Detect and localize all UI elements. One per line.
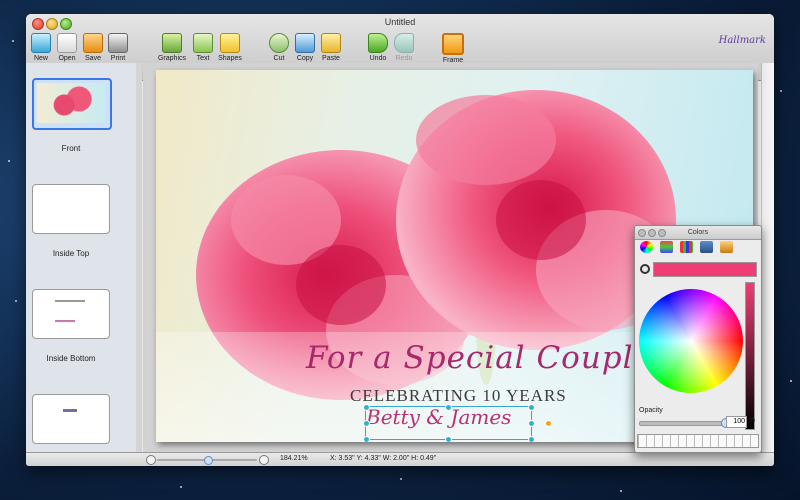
card-headline[interactable]: For a Special Couple — [306, 340, 653, 376]
new-button[interactable]: New — [30, 33, 52, 62]
resize-handle[interactable] — [528, 404, 535, 411]
panel-close-button[interactable] — [638, 229, 646, 237]
picture-icon — [162, 33, 182, 53]
frame-icon — [442, 33, 464, 55]
copy-button[interactable]: Copy — [294, 33, 316, 62]
thumbnail-text-lines — [55, 300, 85, 302]
panel-zoom-button[interactable] — [658, 229, 666, 237]
page-sidebar: Front Inside Top Inside Bottom — [26, 63, 137, 452]
redo-arrow-icon — [394, 33, 414, 53]
resize-handle[interactable] — [528, 436, 535, 442]
envelope-icon — [57, 33, 77, 53]
window-title: Untitled — [384, 17, 416, 27]
save-icon — [83, 33, 103, 53]
zoom-level: 184.21% — [280, 455, 308, 462]
copy-icon — [295, 33, 315, 53]
sidebar-splitter[interactable] — [136, 63, 142, 452]
color-sliders-tab-icon[interactable] — [660, 241, 673, 253]
colors-panel: Colors Opacity 100 % — [634, 225, 762, 453]
crayons-tab-icon[interactable] — [720, 241, 733, 253]
undo-arrow-icon — [368, 33, 388, 53]
hallmark-logo: Hallmark — [718, 35, 766, 46]
resize-handle[interactable] — [445, 404, 452, 411]
page-label-inside-top: Inside Top — [52, 249, 90, 258]
frame-button[interactable]: Frame — [441, 33, 465, 64]
resize-handle[interactable] — [445, 436, 452, 442]
opacity-value-field[interactable]: 100 — [726, 416, 747, 428]
print-button[interactable]: Print — [107, 33, 129, 62]
save-button[interactable]: Save — [82, 33, 104, 62]
thumbnail-logo-mark — [63, 409, 77, 412]
graphics-button[interactable]: Graphics — [156, 33, 188, 62]
star — [12, 40, 14, 42]
color-palettes-tab-icon[interactable] — [680, 241, 693, 253]
star — [15, 300, 17, 302]
page-thumbnail-inside-bottom[interactable] — [32, 289, 110, 339]
card-subline[interactable]: CELEBRATING 10 YEARS — [350, 386, 567, 406]
paste-button[interactable]: Paste — [319, 33, 343, 62]
page-thumbnail-back[interactable] — [32, 394, 110, 444]
thumbnail-roses-image — [37, 83, 105, 123]
status-bar: 184.21% X: 3.53" Y: 4.33" W: 2.00" H: 0.… — [26, 452, 774, 466]
panel-minimize-button[interactable] — [648, 229, 656, 237]
open-button[interactable]: Open — [54, 33, 80, 62]
printer-icon — [108, 33, 128, 53]
thumbnail-text-lines — [55, 320, 75, 322]
star — [620, 490, 622, 492]
resize-handle[interactable] — [363, 404, 370, 411]
paste-icon — [321, 33, 341, 53]
shapes-button[interactable]: Shapes — [216, 33, 244, 62]
resize-handle[interactable] — [528, 420, 535, 427]
zoom-in-icon[interactable] — [259, 455, 269, 465]
star — [400, 478, 402, 480]
opacity-slider[interactable] — [639, 418, 731, 428]
color-swatch-bar[interactable] — [637, 434, 759, 448]
star — [8, 160, 10, 162]
brightness-slider[interactable] — [745, 282, 755, 430]
new-document-icon — [31, 33, 51, 53]
page-thumbnail-inside-top[interactable] — [32, 184, 110, 234]
selected-color-swatch[interactable] — [653, 262, 757, 277]
opacity-unit: % — [749, 417, 756, 424]
image-palettes-tab-icon[interactable] — [700, 241, 713, 253]
shapes-icon — [220, 33, 240, 53]
undo-button[interactable]: Undo — [367, 33, 389, 62]
page-label-front: Front — [61, 144, 81, 153]
opacity-label: Opacity — [639, 407, 663, 414]
scissors-icon — [269, 33, 289, 53]
cut-button[interactable]: Cut — [268, 33, 290, 62]
star — [780, 90, 782, 92]
zoom-out-icon[interactable] — [146, 455, 156, 465]
zoom-slider[interactable] — [157, 456, 257, 465]
redo-button[interactable]: Redo — [393, 33, 415, 62]
text-icon — [193, 33, 213, 53]
resize-handle[interactable] — [363, 436, 370, 442]
resize-handle[interactable] — [363, 420, 370, 427]
star — [790, 380, 792, 382]
selection-box[interactable] — [365, 406, 532, 440]
page-thumbnail-front[interactable] — [32, 78, 112, 130]
magnifier-icon[interactable] — [640, 264, 650, 274]
color-wheel-tab-icon[interactable] — [640, 241, 653, 253]
rotate-handle[interactable] — [545, 420, 552, 427]
star — [180, 486, 182, 488]
text-button[interactable]: Text — [192, 33, 214, 62]
color-wheel[interactable] — [639, 289, 743, 393]
zoom-slider-knob[interactable] — [204, 456, 213, 465]
selection-geometry: X: 3.53" Y: 4.33" W: 2.00" H: 0.49" — [330, 455, 437, 462]
page-label-inside-bottom: Inside Bottom — [46, 354, 96, 363]
vertical-scrollbar[interactable] — [761, 63, 774, 452]
